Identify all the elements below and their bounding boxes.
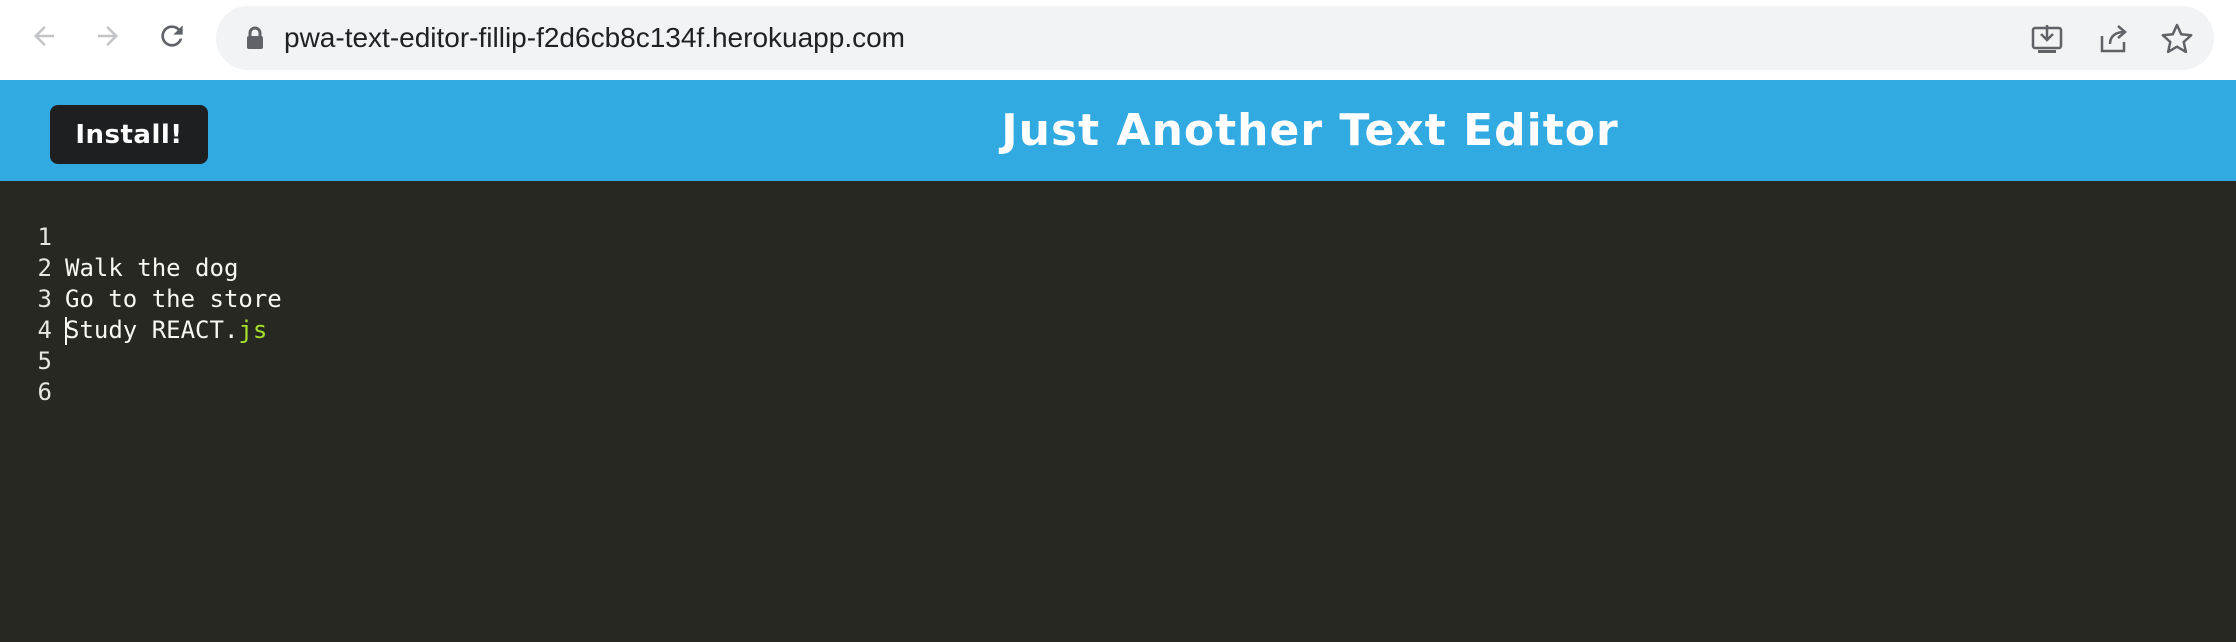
syntax-token: js [238, 316, 268, 344]
editor-line[interactable]: 3 Study REACT.js [0, 253, 268, 344]
lock-icon[interactable] [244, 26, 266, 50]
reload-button[interactable] [152, 16, 192, 56]
install-app-icon[interactable] [2030, 22, 2064, 56]
star-icon[interactable] [2160, 22, 2194, 56]
reload-icon [161, 25, 183, 47]
line-text[interactable]: Study REACT.js [65, 315, 267, 346]
editor-line[interactable]: 6 [0, 346, 58, 406]
forward-button[interactable] [88, 16, 128, 56]
back-button[interactable] [24, 16, 64, 56]
app-header: Install! Just Another Text Editor [0, 80, 2236, 181]
line-text[interactable]: Walk the dog [65, 253, 238, 284]
url-text[interactable]: pwa-text-editor-fillip-f2d6cb8c134f.hero… [284, 6, 905, 70]
page-title: Just Another Text Editor [1001, 105, 1619, 156]
editor-line[interactable]: 4 [0, 284, 58, 344]
editor-line[interactable]: 1 Walk the dog [0, 191, 239, 282]
code-editor[interactable]: 1 Walk the dog 2 Go to the store 3 Study… [0, 181, 2236, 642]
address-bar[interactable]: pwa-text-editor-fillip-f2d6cb8c134f.hero… [216, 6, 2214, 70]
share-icon[interactable] [2096, 22, 2130, 56]
line-text[interactable]: Go to the store [65, 284, 282, 315]
text-cursor [65, 317, 67, 345]
line-text-plain: Study REACT. [65, 316, 239, 344]
arrow-left-icon [34, 26, 54, 46]
browser-toolbar: pwa-text-editor-fillip-f2d6cb8c134f.hero… [0, 0, 2236, 80]
arrow-right-icon [98, 26, 118, 46]
line-number: 6 [37, 378, 52, 406]
editor-line[interactable]: 2 Go to the store [0, 222, 282, 313]
editor-line[interactable]: 5 [0, 315, 67, 375]
